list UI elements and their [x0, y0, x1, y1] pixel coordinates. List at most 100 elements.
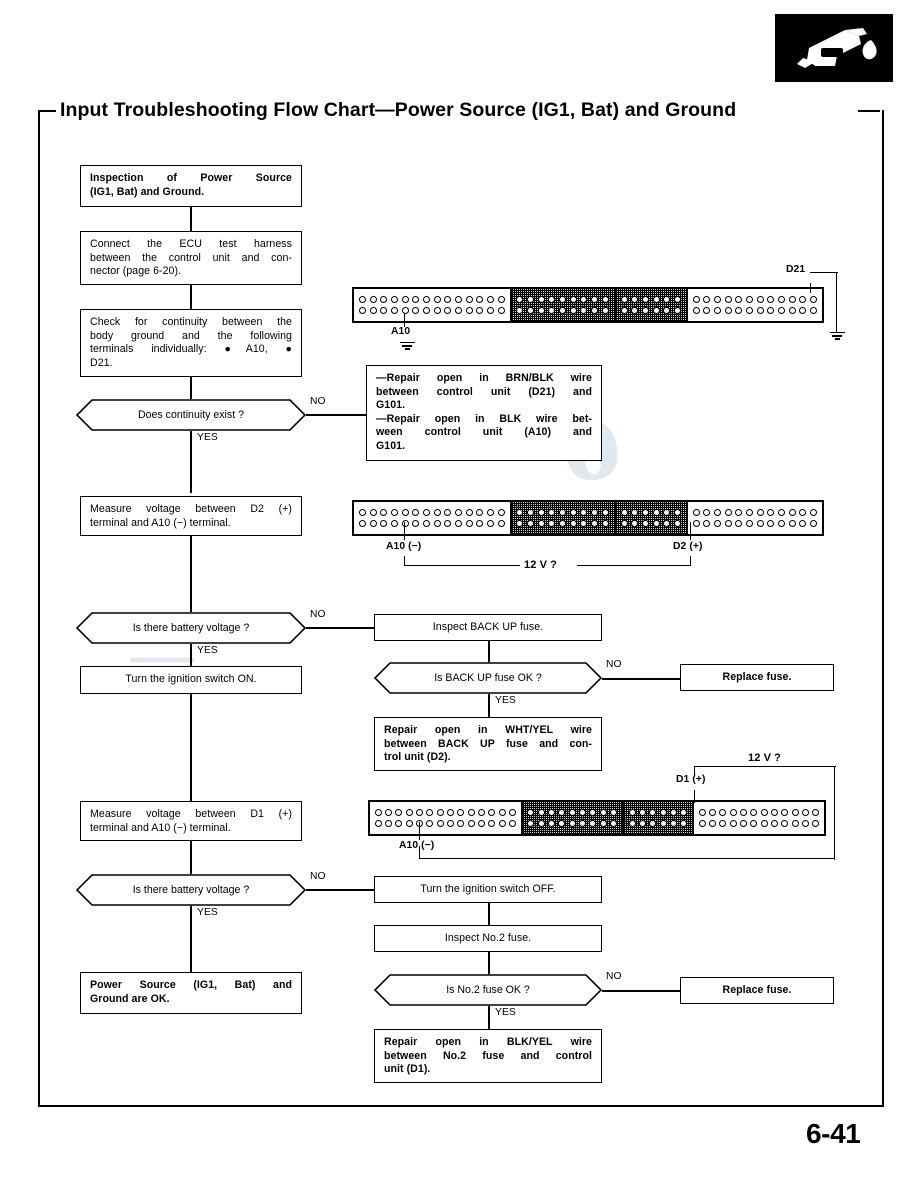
connector-pin: [601, 296, 609, 303]
connector-pin: [486, 296, 494, 303]
connector-pin: [724, 307, 732, 314]
connector-pin: [569, 509, 577, 516]
flow-line-yes: [488, 694, 490, 717]
connector-pin: [380, 296, 388, 303]
connector-pin: [767, 296, 775, 303]
connector-pin: [433, 520, 441, 527]
connector-pin: [516, 307, 524, 314]
connector-pin: [548, 307, 556, 314]
connector-pin: [374, 820, 382, 827]
connector-pin: [756, 520, 764, 527]
connector-pin: [810, 509, 818, 516]
connector-pin: [703, 307, 711, 314]
connector-pin: [436, 809, 444, 816]
connector-pin: [537, 509, 545, 516]
box-replace-fuse-1: Replace fuse.: [680, 664, 834, 691]
branch-label-yes: YES: [197, 645, 218, 656]
decision-no2-fuse-ok: Is No.2 fuse OK ?: [374, 974, 602, 1006]
connector-segment-shaded: [616, 289, 688, 321]
connector-pin: [641, 520, 649, 527]
connector-pin-row: [357, 518, 507, 529]
connector-pin: [659, 809, 667, 816]
connector-segment: [354, 289, 512, 321]
connector-pin: [476, 296, 484, 303]
box-line: terminals individually: ●A10, ●: [90, 343, 292, 356]
connector-pin: [465, 307, 473, 314]
connector-pin: [390, 509, 398, 516]
connector-label-d2-plus: D2 (+): [673, 541, 703, 552]
connector-pin: [719, 809, 727, 816]
connector-pin: [537, 809, 545, 816]
connector-segment-shaded: [523, 802, 624, 834]
connector-pin: [631, 307, 639, 314]
branch-label-no: NO: [310, 396, 326, 407]
decision-backup-fuse-ok: Is BACK UP fuse OK ?: [374, 662, 602, 694]
connector-diagram-3: [368, 800, 826, 836]
connector-pin: [548, 809, 556, 816]
connector-pin: [599, 820, 607, 827]
connector-pin: [620, 307, 628, 314]
connector-pin: [405, 820, 413, 827]
connector-pin: [673, 296, 681, 303]
connector-pin: [380, 520, 388, 527]
box-measure-voltage-d2: Measure voltage between D2 (+) terminal …: [80, 496, 302, 536]
flow-line-no: [306, 889, 374, 891]
connector-pin: [641, 307, 649, 314]
connector-segment: [688, 502, 822, 534]
connector-pin: [569, 296, 577, 303]
connector-pin: [745, 509, 753, 516]
connector-pin: [729, 809, 737, 816]
connector-pin: [601, 307, 609, 314]
connector-pin: [812, 820, 820, 827]
connector-pin: [559, 520, 567, 527]
connector-pin: [591, 296, 599, 303]
connector-pin: [559, 307, 567, 314]
connector-pin-row: [619, 518, 683, 529]
connector-pin: [454, 509, 462, 516]
box-repair-whtyel-wire: Repair open in WHT/YEL wire between BACK…: [374, 717, 602, 771]
connector-pin: [516, 509, 524, 516]
connector-pin: [708, 820, 716, 827]
connector-pin: [559, 509, 567, 516]
box-line: unit (D1).: [384, 1063, 431, 1076]
connector-pin: [401, 296, 409, 303]
connector-segment-shaded: [512, 289, 616, 321]
connector-label-d1-plus: D1 (+): [676, 774, 706, 785]
connector-pin: [669, 820, 677, 827]
connector-pin: [680, 809, 688, 816]
connector-pin: [778, 509, 785, 516]
measurement-label-12v: 12 V ?: [748, 752, 782, 764]
box-line: Inspect No.2 fuse.: [444, 931, 532, 944]
box-line: Check for continuity between the: [90, 316, 292, 328]
connector-pin: [444, 509, 452, 516]
callout-line-a10: [419, 822, 421, 840]
connector-label-a10-minus: A10 (−): [399, 840, 435, 851]
connector-pin: [735, 520, 743, 527]
connector-pin: [692, 307, 700, 314]
connector-pin: [729, 820, 737, 827]
connector-pin: [750, 820, 758, 827]
connector-pin: [620, 509, 628, 516]
connector-pin: [527, 509, 535, 516]
box-line: G101.: [376, 439, 406, 452]
connector-pin: [516, 296, 524, 303]
connector-pin-d21: [810, 296, 818, 303]
connector-pin: [390, 307, 398, 314]
measurement-bracket: [419, 846, 421, 859]
connector-pin: [467, 820, 475, 827]
connector-pin: [791, 809, 799, 816]
connector-pin: [641, 296, 649, 303]
connector-pin: [422, 520, 430, 527]
connector-pin: [497, 520, 505, 527]
branch-label-no: NO: [310, 871, 326, 882]
box-line: between No.2 fuse and control: [384, 1049, 592, 1062]
connector-pin: [589, 820, 597, 827]
connector-pin: [663, 296, 671, 303]
connector-pin: [569, 307, 577, 314]
connector-pin: [591, 307, 599, 314]
connector-pin: [652, 296, 660, 303]
connector-pin: [750, 809, 758, 816]
branch-label-no: NO: [310, 609, 326, 620]
connector-pin: [589, 809, 597, 816]
box-line: ween control unit (A10) and: [376, 426, 592, 439]
